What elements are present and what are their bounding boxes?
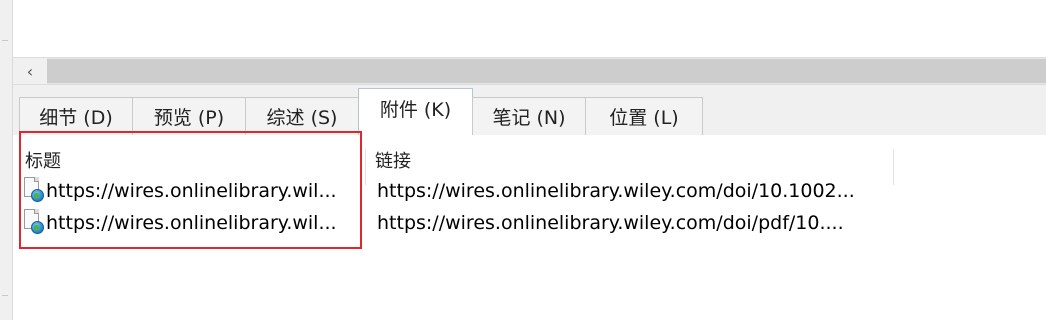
- tab-bar: 细节 (D) 预览 (P) 综述 (S) 附件 (K) 笔记 (N) 位置 (L…: [13, 85, 1046, 136]
- tab-attachments[interactable]: 附件 (K): [358, 88, 473, 136]
- web-document-icon: [23, 209, 44, 237]
- tab-notes[interactable]: 笔记 (N): [472, 97, 586, 135]
- horizontal-scrollbar[interactable]: ‹: [13, 57, 1046, 85]
- column-header-link[interactable]: 链接: [375, 145, 411, 175]
- attachment-link: https://wires.onlinelibrary.wiley.com/do…: [377, 212, 844, 234]
- list-item[interactable]: https://wires.onlinelibrary.wil... https…: [13, 175, 893, 207]
- attachment-title: https://wires.onlinelibrary.wil...: [46, 180, 337, 202]
- web-document-icon: [23, 177, 44, 205]
- column-divider[interactable]: [893, 149, 894, 185]
- left-panel-edge: [0, 0, 13, 320]
- tab-summary[interactable]: 综述 (S): [245, 97, 359, 135]
- tab-location[interactable]: 位置 (L): [585, 97, 703, 135]
- list-item[interactable]: https://wires.onlinelibrary.wil... https…: [13, 207, 893, 239]
- attachment-title: https://wires.onlinelibrary.wil...: [46, 212, 337, 234]
- list-header: 标题 链接: [13, 145, 894, 185]
- attachment-link: https://wires.onlinelibrary.wiley.com/do…: [377, 180, 855, 202]
- tab-details[interactable]: 细节 (D): [19, 97, 133, 135]
- scrollbar-thumb[interactable]: [47, 59, 1046, 83]
- scroll-left-arrow-icon[interactable]: ‹: [13, 58, 47, 84]
- attachment-title-cell: https://wires.onlinelibrary.wil...: [23, 207, 363, 239]
- column-header-title[interactable]: 标题: [25, 145, 61, 175]
- upper-pane: [13, 0, 1046, 57]
- panel-edge-mark: [2, 40, 8, 41]
- panel-edge-mark: [2, 295, 8, 296]
- tab-preview[interactable]: 预览 (P): [132, 97, 246, 135]
- attachments-list: 标题 链接 https://wires.onlinelibrary.wil...…: [13, 135, 1046, 320]
- attachment-title-cell: https://wires.onlinelibrary.wil...: [23, 175, 363, 207]
